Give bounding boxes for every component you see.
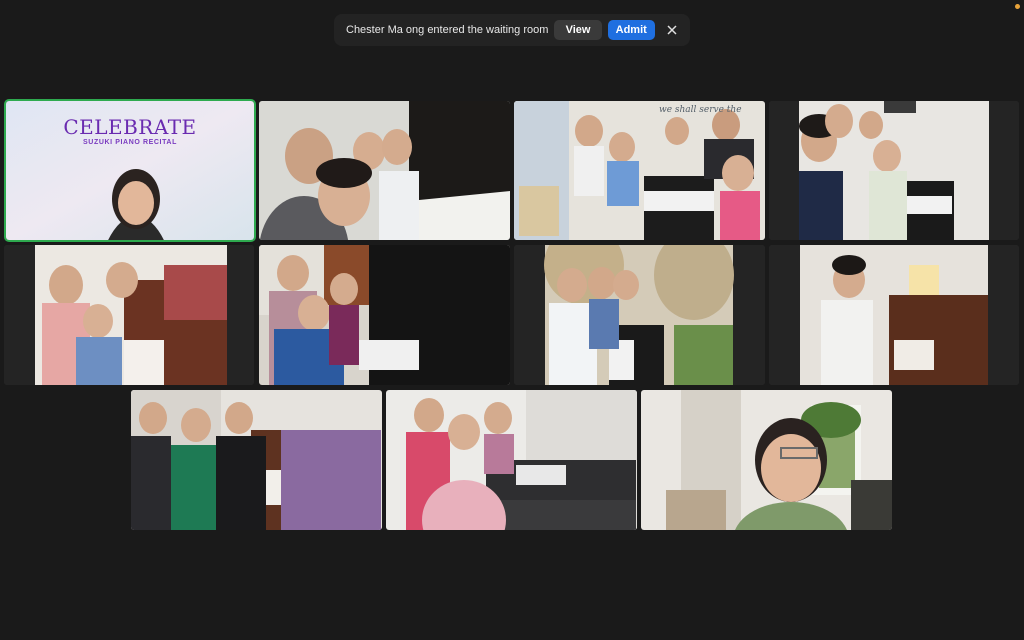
banner-title: CELEBRATE [63,115,197,139]
video-tile-5[interactable] [4,245,254,385]
video-tile-3[interactable]: we shall serve the [514,101,765,240]
video-tile-4[interactable] [769,101,1019,240]
video-feed [514,245,765,385]
video-feed [259,101,510,240]
wall-lettering: we shall serve the [659,105,742,115]
video-tile-8[interactable] [769,245,1019,385]
video-tile-6[interactable] [259,245,510,385]
video-feed [386,390,637,530]
video-tile-2[interactable] [259,101,510,240]
video-feed [259,245,510,385]
notification-message: Chester Ma ong entered the waiting room [346,24,549,36]
video-feed [4,245,254,385]
video-tile-9[interactable] [131,390,382,530]
video-tile-10[interactable] [386,390,637,530]
status-dot [1015,4,1020,9]
zoom-meeting-window: Chester Ma ong entered the waiting room … [0,0,1024,640]
video-tile-host[interactable]: CELEBRATE SUZUKI PIANO RECITAL [6,101,254,240]
video-feed [131,390,382,530]
view-button[interactable]: View [554,20,602,40]
video-feed [769,245,1019,385]
video-feed [769,101,1019,240]
video-feed [514,101,765,240]
close-icon[interactable] [665,21,680,39]
admit-button[interactable]: Admit [607,20,655,40]
waiting-room-notification: Chester Ma ong entered the waiting room … [334,14,690,46]
video-tile-11[interactable] [641,390,892,530]
banner-subtitle: SUZUKI PIANO RECITAL [83,139,177,146]
video-feed [641,390,892,530]
video-tile-7[interactable] [514,245,765,385]
